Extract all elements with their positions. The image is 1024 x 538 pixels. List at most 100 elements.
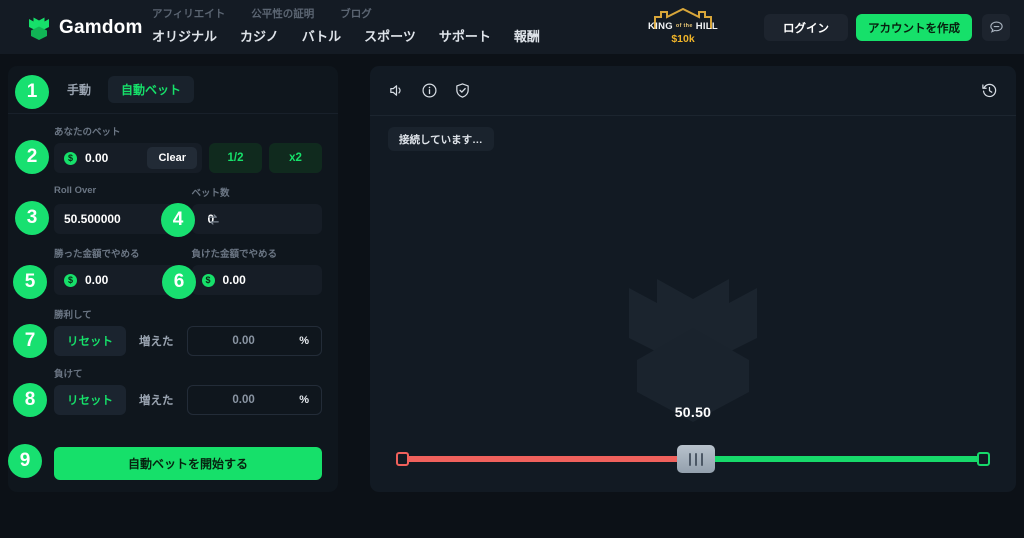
roll-over-value: 50.500000 <box>64 212 121 226</box>
half-bet-label: 1/2 <box>227 152 244 164</box>
nav-top-item-2[interactable]: ブログ <box>340 6 372 21</box>
annotation-badge-3: 3 <box>15 201 49 235</box>
login-button[interactable]: ログイン <box>764 14 848 41</box>
promo-amount: $10k <box>671 32 695 45</box>
bet-amount-input[interactable]: $ 0.00 Clear <box>54 143 202 173</box>
stop-on-loss-input[interactable]: $ 0.00 <box>191 265 322 295</box>
connection-status-pill: 接続しています… <box>388 127 494 151</box>
start-auto-bet-button[interactable]: 自動ベットを開始する <box>54 447 322 480</box>
annotation-badge-2: 2 <box>15 140 49 174</box>
annotation-badge-7: 7 <box>13 324 47 358</box>
nav-item-sports[interactable]: スポーツ <box>364 26 416 45</box>
handle-grip-line-1 <box>688 452 691 466</box>
slider-handle[interactable] <box>676 445 715 473</box>
chat-button[interactable] <box>982 14 1010 41</box>
annotation-badge-4: 4 <box>161 203 195 237</box>
gamdom-castle-watermark-icon <box>629 279 757 422</box>
tab-manual[interactable]: 手動 <box>54 76 104 103</box>
chat-bubble-icon <box>989 21 1003 33</box>
tab-auto-bet[interactable]: 自動ベット <box>108 76 195 103</box>
annotation-badge-5: 5 <box>13 265 47 299</box>
connection-status-text: 接続しています… <box>399 133 483 146</box>
on-win-reset-label: リセット <box>67 336 113 348</box>
history-icon[interactable] <box>981 82 998 99</box>
on-win-row: リセット 増えた 0.00 % <box>54 326 322 356</box>
on-loss-reset-button[interactable]: リセット <box>54 385 126 415</box>
nav-item-originals[interactable]: オリジナル <box>152 26 217 45</box>
nav-top-item-0[interactable]: アフィリエイト <box>152 6 225 21</box>
nav-item-rewards[interactable]: 報酬 <box>514 26 540 45</box>
on-win-increase-button[interactable]: 増えた <box>126 326 187 356</box>
brand-name: Gamdom <box>59 17 143 38</box>
on-win-reset-button[interactable]: リセット <box>54 326 126 356</box>
bet-form: あなたのベット $ 0.00 Clear 1/2 x2 Roll Over ベッ… <box>8 114 338 415</box>
bet-count-label: ベット数 <box>191 188 230 199</box>
info-icon[interactable] <box>421 82 438 99</box>
stop-on-profit-value: 0.00 <box>85 273 109 287</box>
stop-labels-row: 勝った金額でやめる 負けた金額でやめる <box>54 246 322 265</box>
nav-primary: オリジナル カジノ バトル スポーツ サポート 報酬 <box>152 26 540 45</box>
annotation-badge-9: 9 <box>8 444 42 478</box>
castle-logo-icon <box>29 17 49 40</box>
tab-auto-bet-label: 自動ベット <box>121 83 182 97</box>
annotation-badge-6: 6 <box>162 265 196 299</box>
slider-cap-left <box>396 452 409 466</box>
on-win-increase-label: 増えた <box>139 336 174 348</box>
slider-cap-right <box>977 452 990 466</box>
double-bet-button[interactable]: x2 <box>269 143 322 173</box>
register-button-label: アカウントを作成 <box>868 22 960 35</box>
slider-track-high <box>695 456 988 462</box>
site-header: Gamdom アフィリエイト 公平性の証明 ブログ オリジナル カジノ バトル … <box>0 0 1024 54</box>
double-bet-label: x2 <box>289 152 302 164</box>
game-panel: 接続しています… 50.50 <box>370 66 1016 492</box>
slider-track-low <box>398 456 696 462</box>
currency-coin-icon: $ <box>64 151 77 165</box>
start-auto-bet-label: 自動ベットを開始する <box>127 457 248 471</box>
nav-item-support[interactable]: サポート <box>439 26 491 45</box>
app-screen: Gamdom アフィリエイト 公平性の証明 ブログ オリジナル カジノ バトル … <box>0 0 1024 538</box>
slider-value-label: 50.50 <box>674 404 712 420</box>
tab-manual-label: 手動 <box>67 83 92 97</box>
annotation-badge-8: 8 <box>13 383 47 417</box>
roll-over-label: Roll Over <box>54 185 97 196</box>
nav-item-casino[interactable]: カジノ <box>240 26 279 45</box>
on-loss-percent-input[interactable]: 0.00 % <box>187 385 322 415</box>
slider-track[interactable] <box>396 445 990 473</box>
on-win-percent-unit: % <box>299 335 309 347</box>
rollover-betcount-labels: Roll Over ベット数 <box>54 185 322 204</box>
roll-slider: 50.50 <box>370 404 1016 473</box>
bet-amount-value: 0.00 <box>85 151 109 165</box>
on-win-percent-input[interactable]: 0.00 % <box>187 326 322 356</box>
on-loss-increase-label: 増えた <box>139 395 174 407</box>
shield-check-icon[interactable] <box>454 82 471 99</box>
sound-icon[interactable] <box>388 82 405 99</box>
stop-on-profit-label: 勝った金額でやめる <box>54 249 140 260</box>
on-loss-label: 負けて <box>54 369 83 380</box>
annotation-badge-1: 1 <box>15 75 49 109</box>
brand-logo[interactable]: Gamdom <box>28 16 143 40</box>
login-button-label: ログイン <box>783 22 829 35</box>
clear-button-label: Clear <box>158 152 186 164</box>
game-toolbar <box>370 66 1016 116</box>
promo-king: KING <box>647 20 673 32</box>
promo-hill: HILL <box>695 20 719 32</box>
register-button[interactable]: アカウントを作成 <box>856 14 972 41</box>
clear-button[interactable]: Clear <box>147 147 197 169</box>
nav-top-item-1[interactable]: 公平性の証明 <box>251 6 314 21</box>
stop-on-loss-label: 負けた金額でやめる <box>191 249 278 260</box>
handle-grip-line-2 <box>694 452 697 466</box>
on-loss-row: リセット 増えた 0.00 % <box>54 385 322 415</box>
handle-grip-line-3 <box>700 452 703 466</box>
nav-item-battles[interactable]: バトル <box>302 26 341 45</box>
on-loss-increase-button[interactable]: 増えた <box>126 385 187 415</box>
king-of-the-hill-promo[interactable]: KING of the HILL $10k <box>641 7 725 49</box>
promo-of: of the <box>675 23 693 29</box>
on-win-label: 勝利して <box>54 310 92 321</box>
on-loss-percent-unit: % <box>299 394 309 406</box>
swap-arrows-icon[interactable] <box>206 212 221 227</box>
your-bet-row: $ 0.00 Clear 1/2 x2 <box>54 143 322 173</box>
half-bet-button[interactable]: 1/2 <box>209 143 262 173</box>
nav-secondary: アフィリエイト 公平性の証明 ブログ <box>152 6 372 21</box>
promo-title: KING of the HILL <box>648 21 718 32</box>
on-loss-percent-value: 0.00 <box>232 394 255 406</box>
